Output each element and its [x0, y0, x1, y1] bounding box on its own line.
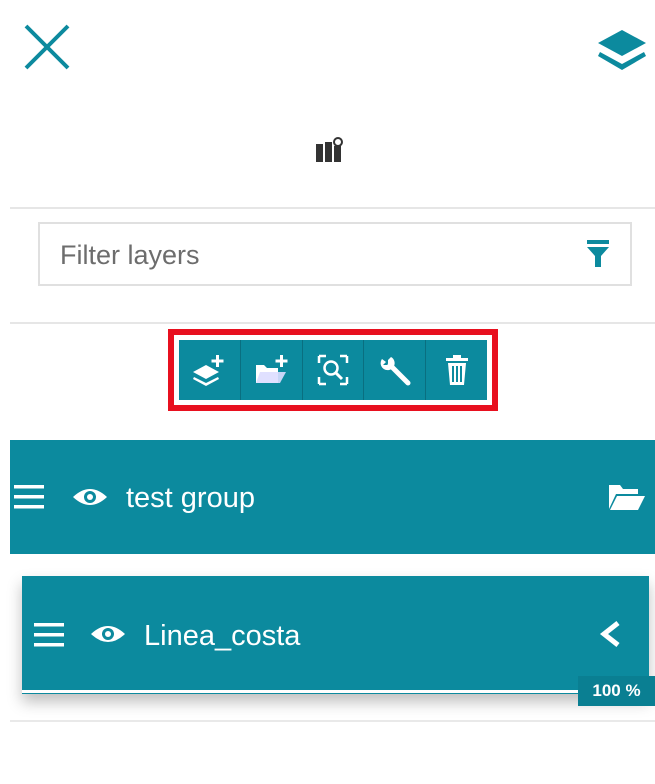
divider [10, 720, 655, 722]
visibility-eye-icon[interactable] [90, 622, 126, 646]
filter-funnel-icon[interactable] [586, 239, 610, 269]
map-marker-icon [314, 136, 346, 164]
close-icon [24, 24, 70, 70]
divider [10, 322, 655, 324]
divider [10, 207, 655, 209]
layer-row[interactable]: Linea_costa [22, 576, 649, 694]
opacity-value: 100 % [578, 676, 655, 706]
layers-stack-icon [598, 30, 646, 70]
zoom-to-layer-icon [317, 354, 349, 386]
drag-handle-icon[interactable] [14, 485, 44, 509]
visibility-eye-icon[interactable] [72, 485, 108, 509]
add-layer-button[interactable] [179, 340, 241, 400]
delete-button[interactable] [426, 340, 487, 400]
close-button[interactable] [22, 22, 72, 72]
layers-toggle-button[interactable] [596, 28, 648, 74]
zoom-to-layer-button[interactable] [303, 340, 365, 400]
settings-button[interactable] [364, 340, 427, 400]
folder-open-icon[interactable] [608, 482, 646, 512]
layer-name: Linea_costa [144, 620, 301, 652]
chevron-left-icon[interactable] [598, 620, 622, 648]
layer-toolbar [179, 340, 487, 400]
filter-layers-input[interactable] [58, 224, 562, 286]
group-name: test group [126, 482, 255, 514]
drag-handle-icon[interactable] [34, 623, 64, 647]
opacity-slider[interactable] [22, 690, 582, 693]
toolbar-highlight [168, 329, 498, 411]
settings-wrench-icon [380, 357, 411, 386]
delete-trash-icon [445, 355, 468, 385]
add-layer-icon [193, 355, 224, 386]
filter-box [38, 222, 632, 286]
add-group-button[interactable] [241, 340, 303, 400]
add-group-folder-icon [256, 355, 288, 383]
layer-group-row[interactable]: test group [10, 440, 655, 554]
